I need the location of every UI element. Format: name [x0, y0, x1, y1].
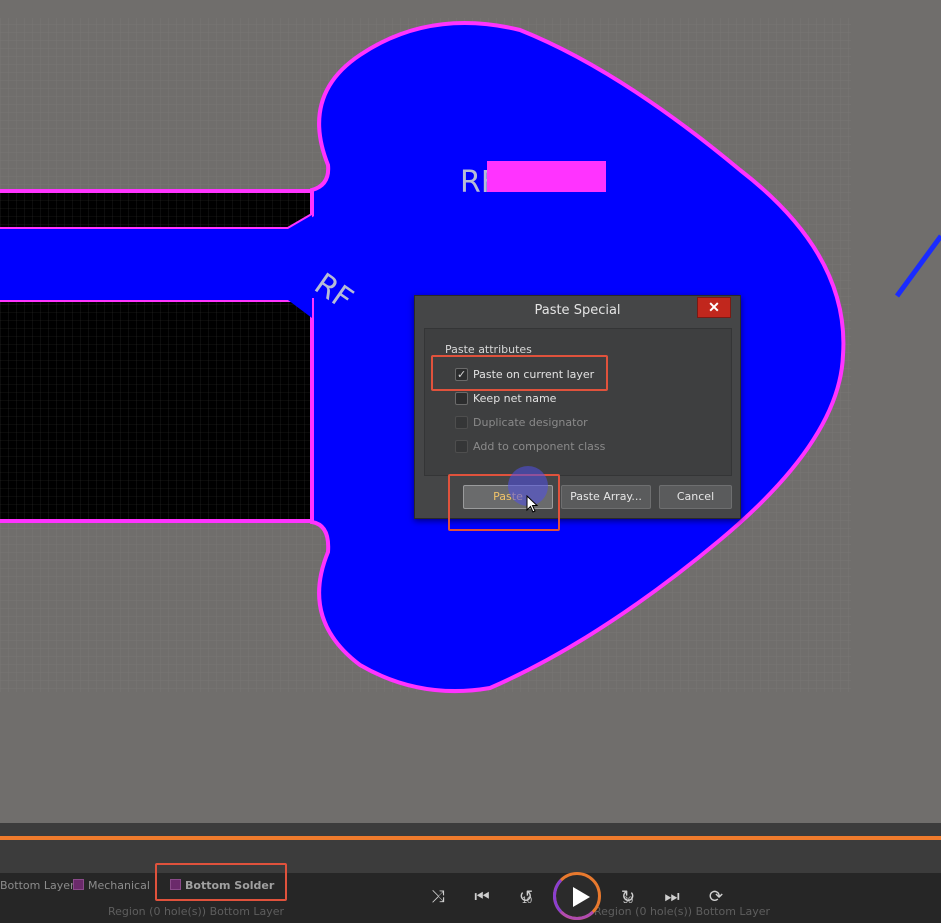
layer-color-swatch — [73, 879, 84, 890]
layer-tab-label: Bottom Layer — [0, 879, 75, 892]
checkbox-box[interactable] — [455, 440, 468, 453]
layer-tab-label: Mechanical — [88, 879, 150, 892]
skip-next-icon[interactable]: ⏭ — [659, 884, 685, 910]
paste-array-button[interactable]: Paste Array... — [561, 485, 651, 509]
play-icon — [573, 887, 590, 907]
checkbox-box[interactable] — [455, 416, 468, 429]
pink-component[interactable] — [487, 161, 606, 192]
dialog-title: Paste Special — [534, 303, 621, 318]
highlight-bottom-solder-tab — [155, 863, 287, 901]
checkbox-label: Duplicate designator — [473, 416, 588, 429]
video-player-bar: Bottom Layer Mechanical Bottom Solder Re… — [0, 823, 941, 923]
layer-tab-mechanical[interactable]: Mechanical — [73, 879, 150, 895]
cancel-button[interactable]: Cancel — [659, 485, 732, 509]
repeat-icon[interactable]: ⟳ — [703, 884, 729, 910]
checkbox-box[interactable] — [455, 392, 468, 405]
mouse-pointer-icon — [526, 495, 539, 513]
track-diagonal[interactable] — [894, 234, 941, 298]
close-icon: ✕ — [708, 299, 720, 315]
highlight-paste-on-current-layer — [431, 355, 608, 391]
status-text-left: Region (0 hole(s)) Bottom Layer — [108, 905, 285, 918]
checkbox-label: Keep net name — [473, 392, 557, 405]
progress-bar[interactable] — [0, 836, 941, 840]
play-button[interactable] — [553, 872, 601, 920]
checkbox-label: Add to component class — [473, 440, 606, 453]
shuffle-icon[interactable]: ⤨ — [425, 884, 451, 910]
close-button[interactable]: ✕ — [697, 297, 731, 318]
forward-30-icon[interactable]: ↻ 30 — [615, 884, 641, 910]
layer-tab-bottom-layer[interactable]: Bottom Layer — [0, 879, 75, 895]
skip-previous-icon[interactable]: ⏮ — [469, 884, 495, 910]
rewind-10-icon[interactable]: ↺ 10 — [513, 884, 539, 910]
